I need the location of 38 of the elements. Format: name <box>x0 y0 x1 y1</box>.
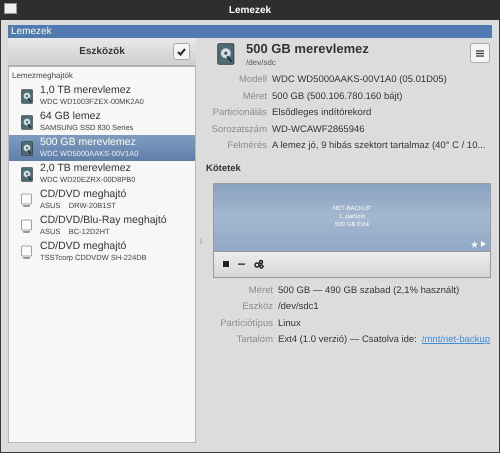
property-label: Méret <box>242 90 267 104</box>
drive-device: /dev/sdc <box>246 57 277 69</box>
property-label: Sorozatszám <box>210 122 267 137</box>
optical-drive-icon <box>20 244 33 260</box>
property-value: WD-WCAWF2865946 <box>272 122 365 137</box>
star-icon <box>471 240 478 248</box>
property-label: Felmérés <box>226 139 267 154</box>
property-value: /dev/sdc1 <box>278 300 319 314</box>
property-label: Particionálás <box>212 106 267 120</box>
optical-drive-icon <box>20 218 33 234</box>
stop-icon[interactable] <box>223 261 229 268</box>
minus-icon[interactable] <box>238 261 245 268</box>
checkmark-icon <box>177 48 186 56</box>
property-value: 500 GB — 490 GB szabad (2,1% használt) <box>278 284 460 298</box>
section-label: Lemezmeghajtók <box>11 70 74 82</box>
property-value: Linux <box>278 316 301 331</box>
property-label: Tartalom <box>236 333 273 348</box>
property-label: Méret <box>248 284 273 298</box>
menu-button[interactable] <box>470 43 490 63</box>
pane-handle-icon[interactable] <box>200 238 202 244</box>
property-value: Elsődleges indítórekord <box>272 106 372 120</box>
header-bar: Lemezek <box>8 25 492 38</box>
sidebar-title: Eszközök <box>79 45 125 59</box>
window-title: Lemezek <box>228 4 272 18</box>
drive-title: 500 GB merevlemez <box>246 41 369 57</box>
menu-icon <box>476 50 484 56</box>
play-icon <box>481 241 486 248</box>
gears-icon[interactable] <box>254 259 264 270</box>
property-value: A lemez jó, 9 hibás szektort tartalmaz (40° C / 10... <box>272 139 486 154</box>
property-value: 500 GB (500.106.780.160 bájt) <box>272 90 402 104</box>
volumes-heading: Kötetek <box>206 162 242 176</box>
property-value: Ext4 (1.0 verzió) — Csatolva ide: <box>278 333 417 348</box>
property-label: Eszköz <box>241 300 273 314</box>
property-label: Modell <box>238 73 267 88</box>
property-value: WDC WD5000AAKS-00V1A0 (05.01D05) <box>272 73 447 88</box>
optical-drive-icon <box>20 192 33 208</box>
property-label: Partíciótípus <box>219 316 273 331</box>
select-button[interactable] <box>173 43 190 60</box>
